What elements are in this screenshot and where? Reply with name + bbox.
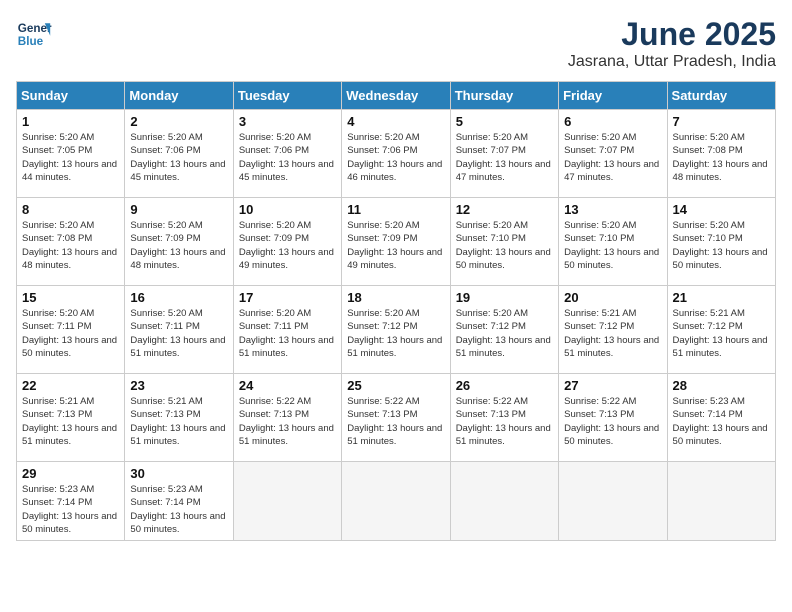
day-26: 26 Sunrise: 5:22 AMSunset: 7:13 PMDaylig… <box>450 374 558 462</box>
empty-1 <box>233 462 341 541</box>
header: General Blue June 2025 Jasrana, Uttar Pr… <box>16 16 776 71</box>
empty-4 <box>559 462 667 541</box>
day-9: 9 Sunrise: 5:20 AMSunset: 7:09 PMDayligh… <box>125 198 233 286</box>
col-friday: Friday <box>559 82 667 110</box>
day-19: 19 Sunrise: 5:20 AMSunset: 7:12 PMDaylig… <box>450 286 558 374</box>
day-1: 1 Sunrise: 5:20 AMSunset: 7:05 PMDayligh… <box>17 110 125 198</box>
day-6: 6 Sunrise: 5:20 AMSunset: 7:07 PMDayligh… <box>559 110 667 198</box>
col-saturday: Saturday <box>667 82 775 110</box>
empty-5 <box>667 462 775 541</box>
day-15: 15 Sunrise: 5:20 AMSunset: 7:11 PMDaylig… <box>17 286 125 374</box>
day-24: 24 Sunrise: 5:22 AMSunset: 7:13 PMDaylig… <box>233 374 341 462</box>
col-tuesday: Tuesday <box>233 82 341 110</box>
week-row-5: 29 Sunrise: 5:23 AMSunset: 7:14 PMDaylig… <box>17 462 776 541</box>
day-11: 11 Sunrise: 5:20 AMSunset: 7:09 PMDaylig… <box>342 198 450 286</box>
day-5: 5 Sunrise: 5:20 AMSunset: 7:07 PMDayligh… <box>450 110 558 198</box>
day-18: 18 Sunrise: 5:20 AMSunset: 7:12 PMDaylig… <box>342 286 450 374</box>
day-29: 29 Sunrise: 5:23 AMSunset: 7:14 PMDaylig… <box>17 462 125 541</box>
logo-icon: General Blue <box>16 16 52 52</box>
week-row-4: 22 Sunrise: 5:21 AMSunset: 7:13 PMDaylig… <box>17 374 776 462</box>
col-monday: Monday <box>125 82 233 110</box>
day-28: 28 Sunrise: 5:23 AMSunset: 7:14 PMDaylig… <box>667 374 775 462</box>
col-thursday: Thursday <box>450 82 558 110</box>
calendar-header-row: Sunday Monday Tuesday Wednesday Thursday… <box>17 82 776 110</box>
week-row-2: 8 Sunrise: 5:20 AMSunset: 7:08 PMDayligh… <box>17 198 776 286</box>
week-row-3: 15 Sunrise: 5:20 AMSunset: 7:11 PMDaylig… <box>17 286 776 374</box>
day-4: 4 Sunrise: 5:20 AMSunset: 7:06 PMDayligh… <box>342 110 450 198</box>
day-14: 14 Sunrise: 5:20 AMSunset: 7:10 PMDaylig… <box>667 198 775 286</box>
month-title: June 2025 <box>568 16 776 53</box>
day-30: 30 Sunrise: 5:23 AMSunset: 7:14 PMDaylig… <box>125 462 233 541</box>
location-title: Jasrana, Uttar Pradesh, India <box>568 53 776 71</box>
empty-3 <box>450 462 558 541</box>
day-22: 22 Sunrise: 5:21 AMSunset: 7:13 PMDaylig… <box>17 374 125 462</box>
day-7: 7 Sunrise: 5:20 AMSunset: 7:08 PMDayligh… <box>667 110 775 198</box>
day-27: 27 Sunrise: 5:22 AMSunset: 7:13 PMDaylig… <box>559 374 667 462</box>
day-13: 13 Sunrise: 5:20 AMSunset: 7:10 PMDaylig… <box>559 198 667 286</box>
logo: General Blue <box>16 16 52 52</box>
day-8: 8 Sunrise: 5:20 AMSunset: 7:08 PMDayligh… <box>17 198 125 286</box>
day-16: 16 Sunrise: 5:20 AMSunset: 7:11 PMDaylig… <box>125 286 233 374</box>
empty-2 <box>342 462 450 541</box>
col-wednesday: Wednesday <box>342 82 450 110</box>
week-row-1: 1 Sunrise: 5:20 AMSunset: 7:05 PMDayligh… <box>17 110 776 198</box>
calendar: Sunday Monday Tuesday Wednesday Thursday… <box>16 81 776 541</box>
day-25: 25 Sunrise: 5:22 AMSunset: 7:13 PMDaylig… <box>342 374 450 462</box>
day-12: 12 Sunrise: 5:20 AMSunset: 7:10 PMDaylig… <box>450 198 558 286</box>
svg-text:Blue: Blue <box>18 35 44 48</box>
day-23: 23 Sunrise: 5:21 AMSunset: 7:13 PMDaylig… <box>125 374 233 462</box>
day-2: 2 Sunrise: 5:20 AMSunset: 7:06 PMDayligh… <box>125 110 233 198</box>
day-10: 10 Sunrise: 5:20 AMSunset: 7:09 PMDaylig… <box>233 198 341 286</box>
title-area: June 2025 Jasrana, Uttar Pradesh, India <box>568 16 776 71</box>
day-20: 20 Sunrise: 5:21 AMSunset: 7:12 PMDaylig… <box>559 286 667 374</box>
day-17: 17 Sunrise: 5:20 AMSunset: 7:11 PMDaylig… <box>233 286 341 374</box>
day-3: 3 Sunrise: 5:20 AMSunset: 7:06 PMDayligh… <box>233 110 341 198</box>
col-sunday: Sunday <box>17 82 125 110</box>
day-21: 21 Sunrise: 5:21 AMSunset: 7:12 PMDaylig… <box>667 286 775 374</box>
